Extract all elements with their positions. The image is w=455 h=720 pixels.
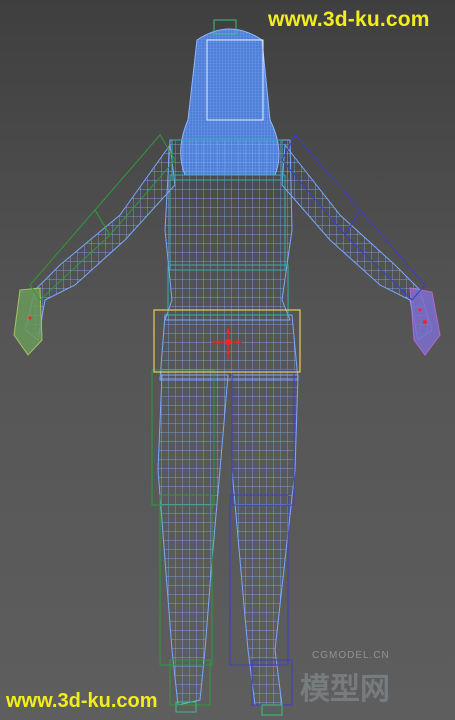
viewport-perspective[interactable]: www.3d-ku.com CGMODEL.CN 模型网 www.3d-ku.c… xyxy=(0,0,455,720)
character-wireframe-model[interactable] xyxy=(0,0,455,720)
left-hand-mesh xyxy=(13,287,43,356)
watermark-top: www.3d-ku.com xyxy=(268,8,430,31)
watermark-bottom: www.3d-ku.com xyxy=(6,690,158,712)
watermark-cgmodel: 模型网 xyxy=(300,664,390,708)
left-leg-mesh xyxy=(157,374,229,706)
watermark-cgmodel-small: CGMODEL.CN xyxy=(312,650,390,661)
left-arm-mesh xyxy=(24,143,176,341)
right-arm-mesh xyxy=(281,143,433,341)
watermark-cgmodel-text: 模型网 xyxy=(300,672,390,707)
torso-mesh xyxy=(164,139,293,321)
